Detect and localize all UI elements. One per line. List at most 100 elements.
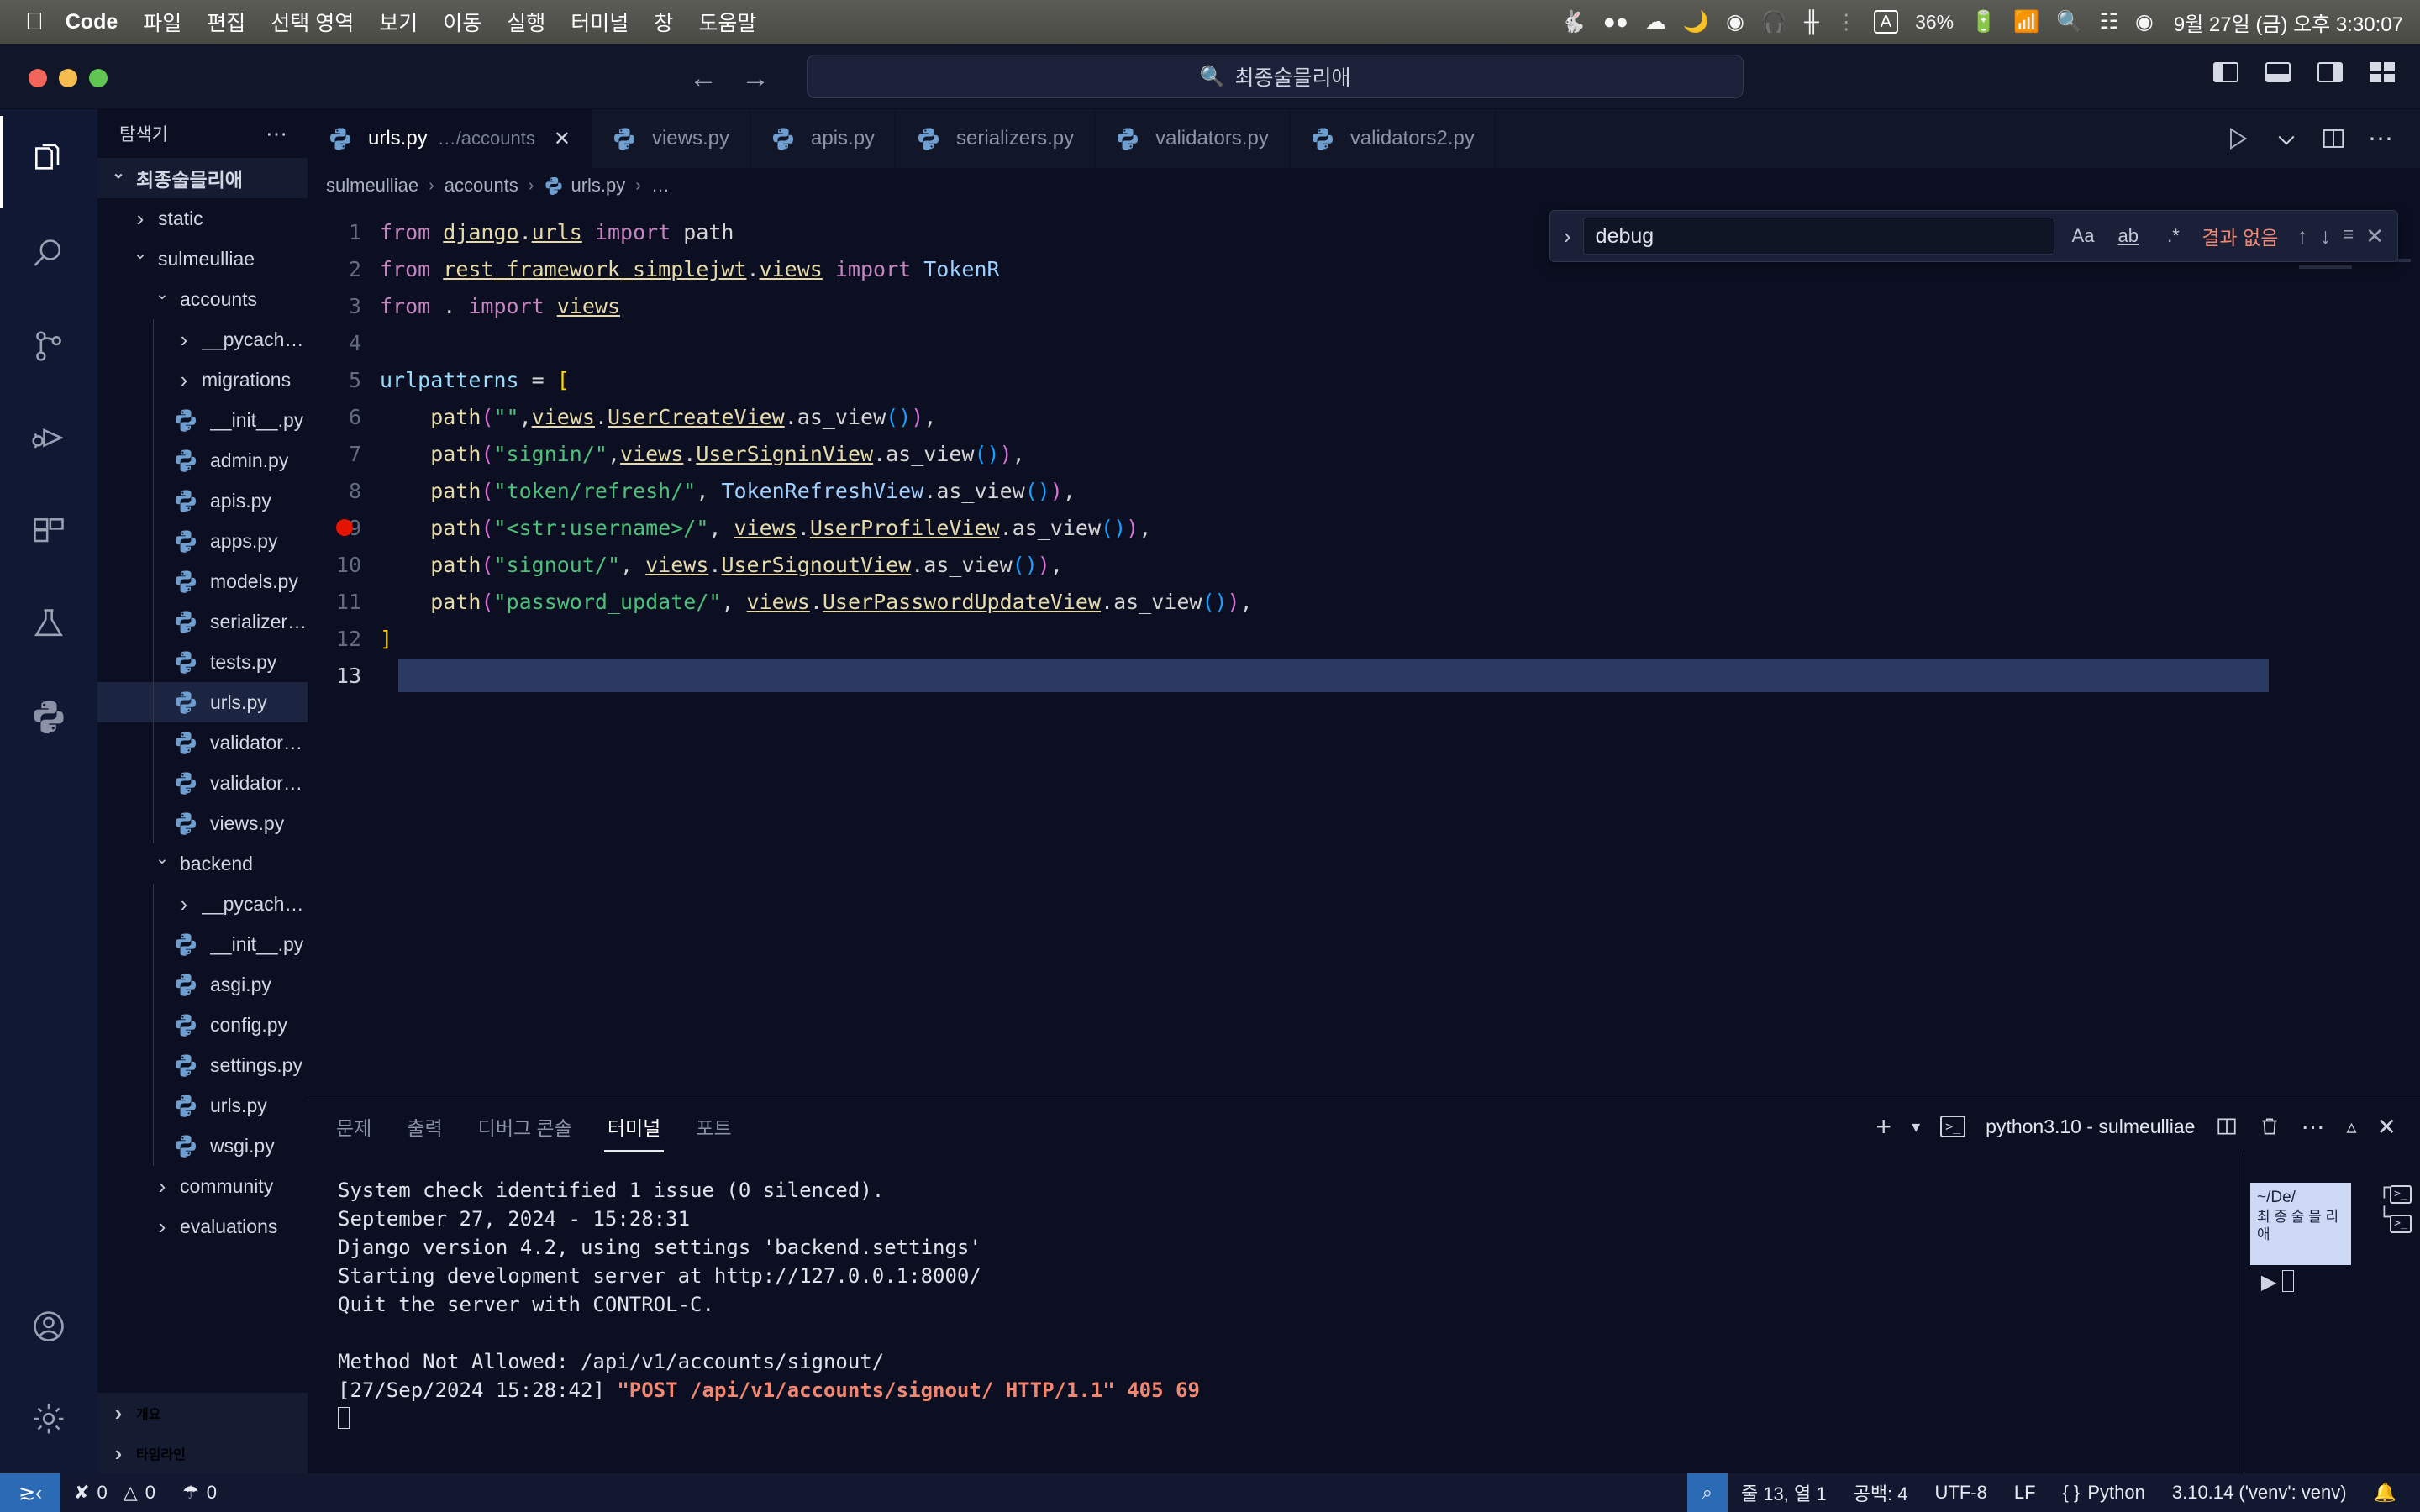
sidebar-item-python[interactable] bbox=[0, 670, 97, 763]
close-icon[interactable]: ✕ bbox=[2377, 1113, 2396, 1141]
maximize-window-button[interactable] bbox=[89, 69, 108, 87]
tree-file-item[interactable]: apps.py bbox=[97, 521, 308, 561]
plus-icon[interactable]: + bbox=[1876, 1111, 1891, 1142]
breakpoint-icon[interactable] bbox=[336, 519, 353, 536]
editor-tab-apis-py[interactable]: apis.py bbox=[750, 109, 897, 168]
sidebar-item-source-control[interactable] bbox=[0, 301, 97, 393]
chevron-right-icon[interactable] bbox=[151, 1214, 173, 1240]
tree-file-item[interactable]: validators2.py bbox=[97, 763, 308, 803]
line-content[interactable]: path("password_update/", views.UserPassw… bbox=[380, 590, 1252, 614]
play-icon[interactable]: ▶ bbox=[2261, 1270, 2294, 1294]
editor-tab-validators2-py[interactable]: validators2.py bbox=[1290, 109, 1496, 168]
close-icon[interactable]: ✕ bbox=[2365, 223, 2384, 249]
window-traffic-lights[interactable] bbox=[29, 69, 108, 87]
chevron-down-icon[interactable]: ▾ bbox=[1912, 1116, 1920, 1137]
spotlight-search-icon[interactable]: 🔍 bbox=[2056, 11, 2082, 33]
menu-file[interactable]: 파일 bbox=[143, 7, 182, 37]
ports-status[interactable]: ☂ 0 bbox=[169, 1482, 230, 1504]
arrow-up-icon[interactable]: ↑ bbox=[2296, 223, 2308, 249]
sidebar-item-search[interactable] bbox=[0, 208, 97, 301]
control-center-icon[interactable]: ☷ bbox=[2100, 11, 2118, 33]
headphones-icon[interactable]: 🎧 bbox=[1761, 11, 1787, 33]
chevron-right-icon[interactable] bbox=[173, 367, 195, 393]
panel-tab-출력[interactable]: 출력 bbox=[403, 1107, 445, 1146]
back-arrow-icon[interactable]: ← bbox=[689, 62, 718, 95]
moon-icon[interactable]: 🌙 bbox=[1683, 11, 1709, 33]
chevron-right-icon[interactable] bbox=[151, 1173, 173, 1200]
tree-folder-item[interactable]: __pycache__ bbox=[97, 884, 308, 924]
chevron-up-icon[interactable]: ▵ bbox=[2346, 1115, 2356, 1139]
trash-icon[interactable] bbox=[2259, 1115, 2281, 1138]
toggle-replace-icon[interactable]: › bbox=[1564, 223, 1571, 249]
sidebar-item-explorer[interactable] bbox=[0, 116, 97, 208]
sidebar-item-testing[interactable] bbox=[0, 578, 97, 670]
editor-tab-views-py[interactable]: views.py bbox=[592, 109, 750, 168]
line-content[interactable]: ] bbox=[380, 627, 392, 651]
breadcrumb-item-2[interactable]: urls.py bbox=[571, 175, 625, 197]
problems-status[interactable]: ✘︎ 0 △ 0 bbox=[60, 1482, 169, 1504]
code-editor[interactable]: 1 from django.urls import path 2 from rest_… bbox=[308, 203, 2420, 1100]
split-editor-icon[interactable] bbox=[2321, 126, 2346, 151]
input-source-indicator[interactable]: A bbox=[1873, 10, 1899, 34]
siri-wave-icon[interactable]: ⋮ bbox=[1836, 11, 1857, 33]
tree-folder-item[interactable]: evaluations bbox=[97, 1206, 308, 1247]
menu-edit[interactable]: 편집 bbox=[207, 7, 245, 37]
chevron-down-icon[interactable] bbox=[108, 169, 129, 188]
match-case-icon[interactable]: Aa bbox=[2066, 225, 2100, 247]
terminal-tab-tile[interactable]: ~/De/ 최 종 술 믈 리 애 bbox=[2250, 1183, 2351, 1265]
menu-go[interactable]: 이동 bbox=[443, 7, 481, 37]
code-line[interactable]: 4 bbox=[308, 324, 2420, 361]
tree-file-item[interactable]: urls.py bbox=[97, 682, 308, 722]
tree-file-item[interactable]: apis.py bbox=[97, 480, 308, 521]
tree-file-item[interactable]: urls.py bbox=[97, 1085, 308, 1126]
panel-tab-문제[interactable]: 문제 bbox=[333, 1107, 375, 1146]
menu-selection[interactable]: 선택 영역 bbox=[271, 7, 354, 37]
find-input[interactable]: debug bbox=[1582, 218, 2055, 255]
eol-status[interactable]: LF bbox=[2001, 1482, 2049, 1504]
code-line[interactable]: 7 path("signin/",views.UserSigninView.as… bbox=[308, 435, 2420, 472]
chevron-down-icon[interactable] bbox=[151, 290, 173, 309]
terminal-tree[interactable]: ┌ >_ └ >_ bbox=[2379, 1174, 2412, 1233]
remote-window-button[interactable]: ≳‹ bbox=[0, 1473, 61, 1512]
tree-file-item[interactable]: tests.py bbox=[97, 642, 308, 682]
run-python-file-icon[interactable] bbox=[2227, 126, 2252, 151]
tree-folder-item[interactable]: accounts bbox=[97, 279, 308, 319]
line-content[interactable]: path("signin/",views.UserSigninView.as_v… bbox=[380, 442, 1025, 466]
terminal-prompt-line[interactable] bbox=[338, 1404, 2244, 1433]
line-content[interactable]: path("<str:username>/", views.UserProfil… bbox=[380, 516, 1151, 540]
tree-folder-item[interactable]: __pycache__ bbox=[97, 319, 308, 360]
cursor-position-status[interactable]: 줄 13, 열 1 bbox=[1728, 1479, 1840, 1506]
ellipsis-icon[interactable]: ⋯ bbox=[2301, 1113, 2326, 1141]
line-content[interactable]: from django.urls import path bbox=[380, 220, 734, 244]
tree-root-item[interactable]: 최종술믈리애 bbox=[97, 158, 308, 198]
line-content[interactable]: from rest_framework_simplejwt.views impo… bbox=[380, 257, 1000, 281]
tree-file-item[interactable]: __init__.py bbox=[97, 400, 308, 440]
manage-settings-button[interactable] bbox=[0, 1373, 97, 1465]
menu-code[interactable]: Code bbox=[66, 10, 118, 34]
menu-bar-clock[interactable]: 9월 27일 (금) 오후 3:30:07 bbox=[2174, 8, 2403, 37]
capsule-icon[interactable]: ●● bbox=[1603, 11, 1628, 33]
code-line[interactable]: 5 urlpatterns = [ bbox=[308, 361, 2420, 398]
panel-tab-포트[interactable]: 포트 bbox=[692, 1107, 734, 1146]
toggle-primary-sidebar-icon[interactable] bbox=[2213, 62, 2238, 82]
tree-folder-item[interactable]: migrations bbox=[97, 360, 308, 400]
file-tree[interactable]: 최종술믈리애 static sulmeulliae accounts __pycache… bbox=[97, 158, 308, 1393]
tree-file-item[interactable]: asgi.py bbox=[97, 964, 308, 1005]
menu-run[interactable]: 실행 bbox=[507, 7, 545, 37]
close-icon[interactable]: ✕ bbox=[554, 127, 571, 151]
sidebar-item-run-and-debug[interactable] bbox=[0, 393, 97, 486]
menu-terminal[interactable]: 터미널 bbox=[571, 7, 629, 37]
encoding-status[interactable]: UTF-8 bbox=[1922, 1482, 2001, 1504]
menu-help[interactable]: 도움말 bbox=[698, 7, 756, 37]
chevron-right-icon[interactable] bbox=[108, 1441, 129, 1467]
line-content[interactable]: from . import views bbox=[380, 294, 620, 318]
code-line[interactable]: 9 path("<str:username>/", views.UserProf… bbox=[308, 509, 2420, 546]
sidebar-item-extensions[interactable] bbox=[0, 486, 97, 578]
python-interpreter-status[interactable]: 3.10.14 ('venv': venv) bbox=[2159, 1482, 2360, 1504]
apple-icon[interactable]:  bbox=[25, 9, 44, 34]
zoom-status-button[interactable]: ⌕ bbox=[1686, 1473, 1728, 1512]
editor-tab-validators-py[interactable]: validators.py bbox=[1095, 109, 1290, 168]
line-content[interactable]: urlpatterns = [ bbox=[380, 368, 570, 392]
wifi-icon[interactable]: 📶 bbox=[2013, 11, 2039, 33]
code-line[interactable]: 11 path("password_update/", views.UserPa… bbox=[308, 583, 2420, 620]
